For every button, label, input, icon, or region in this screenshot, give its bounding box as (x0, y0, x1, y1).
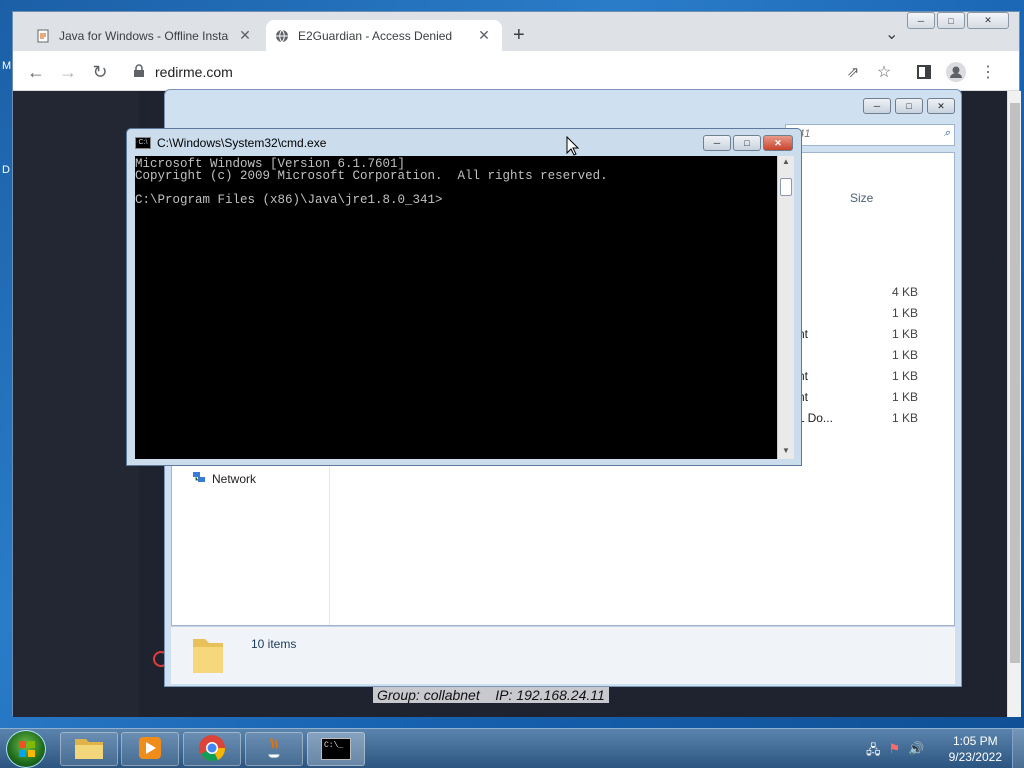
folder-icon (74, 736, 104, 763)
explorer-window-controls: ─ □ ✕ (863, 98, 955, 114)
tab-java-download[interactable]: Java for Windows - Offline Install ✕ (27, 20, 263, 51)
mouse-cursor-icon (566, 135, 580, 159)
network-icon (192, 470, 206, 487)
column-header-size[interactable]: Size (850, 191, 873, 205)
new-tab-button[interactable]: + (513, 24, 525, 47)
media-player-icon (137, 735, 163, 764)
cmd-app-icon: C:\ (135, 137, 151, 149)
back-icon[interactable]: ← (25, 61, 47, 83)
folder-icon (191, 633, 225, 678)
url-text: redirme.com (155, 64, 233, 80)
cmd-title-bar[interactable]: C:\ C:\Windows\System32\cmd.exe (127, 129, 801, 157)
action-center-icon[interactable]: ⚑ (889, 741, 901, 763)
system-tray: 🖧 ⚑ 🔊 (866, 741, 924, 763)
remote-footer: Group: collabnet IP: 192.168.24.11 (373, 687, 609, 703)
start-button[interactable] (6, 730, 46, 768)
clock-date: 9/23/2022 (948, 750, 1002, 764)
menu-kebab-icon[interactable]: ⋮ (977, 61, 999, 83)
volume-icon[interactable]: 🔊 (908, 741, 924, 763)
cmd-maximize-button[interactable]: □ (733, 135, 761, 151)
chrome-icon (198, 734, 226, 765)
cmd-minimize-button[interactable]: ─ (703, 135, 731, 151)
explorer-status-bar: 10 items (171, 626, 955, 684)
search-icon: ⌕ (943, 127, 950, 139)
side-panel-icon[interactable] (913, 61, 935, 83)
minimize-button[interactable]: ─ (907, 12, 935, 29)
taskbar-explorer[interactable] (60, 732, 118, 766)
explorer-close-button[interactable]: ✕ (927, 98, 955, 114)
profile-avatar-icon[interactable] (945, 61, 967, 83)
console-output[interactable]: Microsoft Windows [Version 6.1.7601] Cop… (135, 156, 777, 459)
list-item[interactable]: nt 1 KB (798, 365, 928, 386)
taskbar-cmd[interactable]: C:\_ (307, 732, 365, 766)
java-doc-icon (35, 28, 51, 44)
file-list: 4 KB 1 KB nt 1 KB 1 KB nt 1 KB nt 1 KB L Do… (798, 281, 928, 428)
tab-strip: Java for Windows - Offline Install ✕ E2G… (13, 12, 1019, 51)
share-icon[interactable]: ⇗ (842, 61, 864, 83)
explorer-maximize-button[interactable]: □ (895, 98, 923, 114)
tab-title: Java for Windows - Offline Install (59, 28, 229, 43)
scrollbar-thumb[interactable] (780, 178, 792, 196)
globe-icon (274, 28, 290, 44)
list-item[interactable]: 4 KB (798, 281, 928, 302)
cmd-window[interactable]: C:\ C:\Windows\System32\cmd.exe ─ □ ✕ Mi… (126, 128, 802, 466)
cmd-icon: C:\_ (321, 738, 351, 760)
list-item[interactable]: nt 1 KB (798, 323, 928, 344)
window-controls: ─ □ ✕ (907, 12, 1009, 29)
tab-title: E2Guardian - Access Denied (298, 28, 453, 43)
list-item[interactable]: 1 KB (798, 344, 928, 365)
desktop-fragment: D (2, 164, 10, 176)
item-count: 10 items (251, 637, 297, 651)
console-line: Copyright (c) 2009 Microsoft Corporation… (135, 169, 608, 183)
nav-item-network[interactable]: Network (192, 470, 256, 487)
maximize-button[interactable]: □ (937, 12, 965, 29)
clock[interactable]: 1:05 PM 9/23/2022 (949, 733, 1002, 765)
browser-toolbar: ← → ↻ redirme.com ⇗ ☆ ⋮ (13, 51, 1019, 91)
explorer-minimize-button[interactable]: ─ (863, 98, 891, 114)
scroll-down-icon[interactable]: ▼ (779, 446, 793, 458)
close-button[interactable]: ✕ (967, 12, 1009, 29)
desktop-fragment: M (2, 60, 12, 72)
address-bar[interactable]: redirme.com (133, 60, 533, 84)
network-tray-icon[interactable]: 🖧 (866, 741, 881, 763)
nav-network-label: Network (212, 471, 257, 486)
show-desktop-button[interactable] (1012, 729, 1024, 768)
console-prompt: C:\Program Files (x86)\Java\jre1.8.0_341… (135, 193, 443, 207)
close-tab-icon[interactable]: ✕ (237, 27, 253, 44)
taskbar-chrome[interactable] (183, 732, 241, 766)
bookmark-star-icon[interactable]: ☆ (873, 61, 895, 83)
forward-icon[interactable]: → (57, 61, 79, 83)
list-item[interactable]: 1 KB (798, 302, 928, 323)
taskbar-media-player[interactable] (121, 732, 179, 766)
java-icon (262, 734, 286, 765)
scroll-up-icon[interactable]: ▲ (779, 157, 793, 169)
tab-search-icon[interactable]: ⌄ (885, 24, 898, 44)
cmd-scrollbar[interactable]: ▲ ▼ (777, 156, 794, 459)
info-icon[interactable] (133, 63, 145, 81)
remote-margin (13, 91, 139, 717)
list-item[interactable]: nt 1 KB (798, 386, 928, 407)
cmd-title: C:\Windows\System32\cmd.exe (157, 136, 327, 150)
clock-time: 1:05 PM (952, 734, 998, 748)
cmd-window-controls: ─ □ ✕ (703, 135, 793, 151)
page-scrollbar[interactable] (1007, 91, 1021, 717)
reload-icon[interactable]: ↻ (89, 61, 111, 83)
taskbar: C:\_ 🖧 ⚑ 🔊 1:05 PM 9/23/2022 (0, 728, 1024, 768)
list-item[interactable]: L Do... 1 KB (798, 407, 928, 428)
scrollbar-thumb[interactable] (1010, 103, 1020, 663)
tab-e2guardian[interactable]: E2Guardian - Access Denied ✕ (266, 20, 502, 51)
cmd-close-button[interactable]: ✕ (763, 135, 793, 151)
close-tab-icon[interactable]: ✕ (476, 27, 492, 44)
taskbar-java[interactable] (245, 732, 303, 766)
explorer-search-input[interactable]: 341 ⌕ (785, 124, 955, 146)
